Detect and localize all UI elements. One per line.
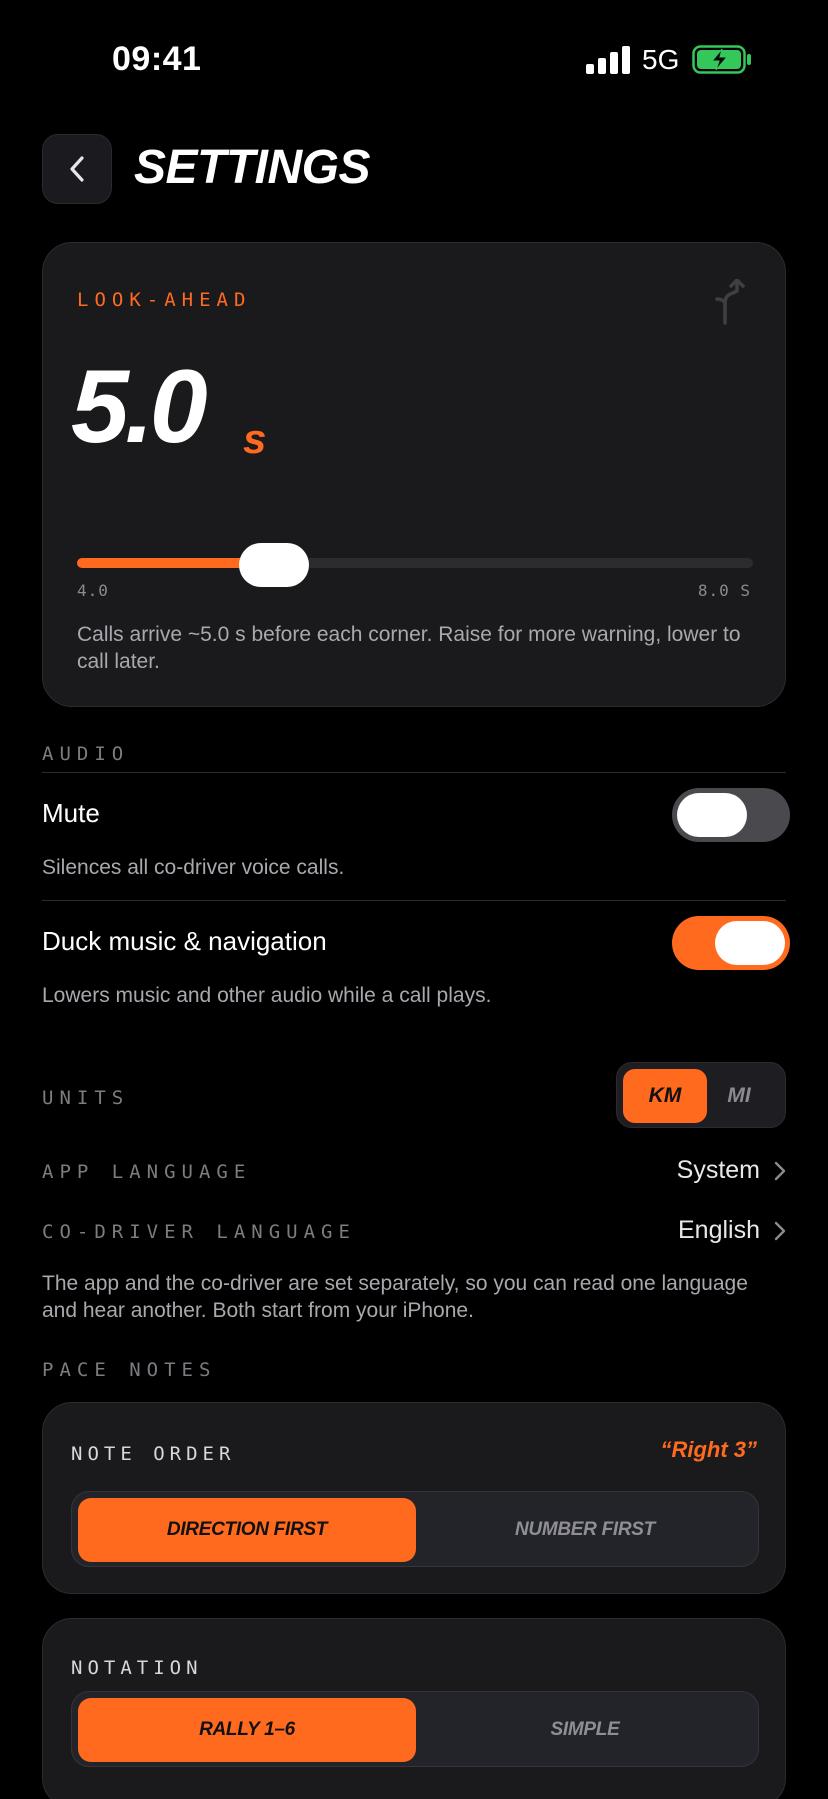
network-type: 5G — [642, 44, 680, 75]
mute-description: Silences all co-driver voice calls. — [42, 856, 345, 879]
codriver-language-row[interactable]: English — [678, 1216, 786, 1245]
signal-icon — [586, 46, 630, 74]
note-order-card: NOTE ORDER “Right 3” DIRECTION FIRST NUM… — [42, 1402, 786, 1594]
back-button[interactable] — [42, 134, 112, 204]
direction-first-option[interactable]: DIRECTION FIRST — [78, 1498, 416, 1562]
fork-arrow-icon — [715, 279, 745, 325]
divider — [42, 900, 786, 901]
slider-min-label: 4.0 — [77, 581, 109, 600]
units-mi-option[interactable]: MI — [697, 1069, 781, 1123]
status-time: 09:41 — [112, 40, 202, 78]
notation-card: NOTATION RALLY 1–6 SIMPLE — [42, 1618, 786, 1799]
note-order-label: NOTE ORDER — [71, 1443, 236, 1465]
note-order-selector: DIRECTION FIRST NUMBER FIRST — [71, 1491, 759, 1567]
mute-title: Mute — [42, 798, 100, 828]
page-title: SETTINGS — [134, 141, 371, 194]
app-language-label: APP LANGUAGE — [42, 1161, 252, 1183]
rally-option[interactable]: RALLY 1–6 — [78, 1698, 416, 1762]
look-ahead-description: Calls arrive ~5.0 s before each corner. … — [77, 623, 741, 673]
units-km-option[interactable]: KM — [623, 1069, 707, 1123]
duck-toggle[interactable] — [672, 916, 790, 970]
codriver-language-value: English — [678, 1216, 760, 1244]
pace-notes-section-label: PACE NOTES — [42, 1359, 217, 1381]
codriver-language-label: CO-DRIVER LANGUAGE — [42, 1221, 356, 1243]
app-language-row[interactable]: System — [677, 1156, 786, 1185]
chevron-right-icon — [774, 1161, 786, 1180]
language-note: The app and the co-driver are set separa… — [42, 1272, 748, 1322]
look-ahead-unit: s — [243, 415, 267, 462]
back-chevron-icon — [70, 156, 84, 182]
toggle-knob — [677, 793, 747, 837]
slider-thumb[interactable] — [239, 543, 309, 587]
audio-section-label: AUDIO — [42, 743, 130, 765]
look-ahead-value: 5.0 — [71, 349, 208, 465]
look-ahead-slider[interactable] — [77, 543, 753, 587]
units-label: UNITS — [42, 1087, 130, 1109]
duck-description: Lowers music and other audio while a cal… — [42, 984, 492, 1007]
slider-max-label: 8.0 S — [697, 581, 751, 600]
duck-title: Duck music & navigation — [42, 926, 327, 956]
notation-label: NOTATION — [71, 1657, 203, 1679]
mute-toggle[interactable] — [672, 788, 790, 842]
look-ahead-card: LOOK-AHEAD 5.0 s 4.0 8.0 S Calls arrive … — [42, 242, 786, 707]
status-bar: 09:41 5G — [0, 0, 828, 120]
battery-charging-icon — [692, 45, 751, 74]
number-first-option[interactable]: NUMBER FIRST — [416, 1498, 754, 1562]
notation-selector: RALLY 1–6 SIMPLE — [71, 1691, 759, 1767]
divider — [42, 772, 786, 773]
look-ahead-label: LOOK-AHEAD — [77, 289, 252, 311]
units-selector: KM MI — [616, 1062, 786, 1128]
toggle-knob — [715, 921, 785, 965]
chevron-right-icon — [774, 1221, 786, 1240]
simple-option[interactable]: SIMPLE — [416, 1698, 754, 1762]
note-order-example: “Right 3” — [660, 1437, 757, 1462]
app-language-value: System — [676, 1156, 760, 1184]
